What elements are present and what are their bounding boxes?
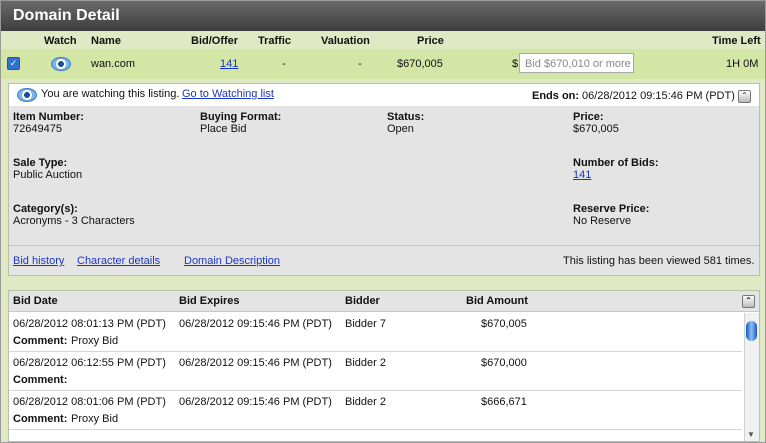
bid-table-scrollbar[interactable]: ▼	[744, 313, 759, 441]
col-traffic: Traffic	[258, 35, 292, 47]
col-price: Price	[417, 35, 444, 47]
comment-label: Comment:	[13, 413, 68, 425]
status-field: Status: Open	[387, 111, 424, 135]
collapse-detail-button[interactable]: ⌃	[738, 90, 751, 103]
bid-date: 06/28/2012 08:01:06 PM (PDT)	[13, 396, 166, 408]
item-number-value: 72649475	[13, 123, 62, 135]
scrollbar-thumb[interactable]	[746, 321, 757, 341]
valuation-value: -	[358, 58, 362, 70]
bid-amount: $670,005	[481, 318, 527, 330]
bid-date: 06/28/2012 06:12:55 PM (PDT)	[13, 357, 166, 369]
bid-expires: 06/28/2012 09:15:46 PM (PDT)	[179, 396, 332, 408]
header-bid-date: Bid Date	[13, 295, 58, 307]
bidder: Bidder 2	[345, 357, 386, 369]
bid-currency-prefix: $	[512, 58, 519, 70]
sale-type-value: Public Auction	[13, 169, 83, 181]
col-valuation: Valuation	[321, 35, 370, 47]
detail-price-value: $670,005	[573, 123, 619, 135]
comment-value: Proxy Bid	[71, 335, 119, 347]
buying-format-value: Place Bid	[200, 123, 247, 135]
bidder: Bidder 2	[345, 396, 386, 408]
reserve-price-label: Reserve Price:	[573, 203, 650, 215]
bid-history-link[interactable]: Bid history	[13, 255, 64, 267]
number-of-bids-link[interactable]: 141	[573, 169, 591, 181]
comment-label: Comment:	[13, 374, 68, 386]
watching-text: You are watching this listing.	[41, 88, 180, 100]
col-name: Name	[91, 35, 121, 47]
category-value: Acronyms - 3 Characters	[13, 215, 135, 227]
watching-eye-icon	[17, 88, 37, 102]
domain-name: wan.com	[91, 58, 136, 70]
bid-date: 06/28/2012 08:01:13 PM (PDT)	[13, 318, 166, 330]
detail-divider	[9, 245, 759, 246]
traffic-value: -	[282, 58, 286, 70]
character-details-link[interactable]: Character details	[77, 255, 160, 267]
col-time-left: Time Left	[712, 35, 761, 47]
price-label: Price:	[573, 111, 604, 123]
bid-expires: 06/28/2012 09:15:46 PM (PDT)	[179, 318, 332, 330]
listing-detail-panel: You are watching this listing. Go to Wat…	[8, 83, 760, 276]
ends-on-value: 06/28/2012 09:15:46 PM (PDT)	[582, 90, 735, 102]
views-count-text: This listing has been viewed 581 times.	[563, 255, 755, 267]
reserve-price-value: No Reserve	[573, 215, 632, 227]
status-value: Open	[387, 123, 414, 135]
bidder: Bidder 7	[345, 318, 386, 330]
number-of-bids-field: Number of Bids: 141	[573, 157, 659, 181]
domain-description-link[interactable]: Domain Description	[184, 255, 280, 267]
bid-table-header: Bid Date Bid Expires Bidder Bid Amount ⌃	[9, 291, 759, 312]
item-number-label: Item Number:	[13, 111, 84, 123]
bid-count-link[interactable]: 141	[220, 58, 238, 70]
ends-on-label: Ends on:	[532, 90, 580, 102]
header-bid-expires: Bid Expires	[179, 295, 240, 307]
select-checkbox[interactable]: ✓	[7, 57, 20, 70]
category-label: Category(s):	[13, 203, 78, 215]
bid-expires: 06/28/2012 09:15:46 PM (PDT)	[179, 357, 332, 369]
buying-format-field: Buying Format: Place Bid	[200, 111, 281, 135]
bid-history-table: Bid Date Bid Expires Bidder Bid Amount ⌃…	[8, 290, 760, 442]
watching-bar: You are watching this listing. Go to Wat…	[9, 84, 759, 106]
domain-detail-window: Domain Detail Watch Name Bid/Offer Traff…	[0, 0, 766, 443]
page-title: Domain Detail	[13, 7, 120, 24]
bid-amount: $666,671	[481, 396, 527, 408]
listing-row[interactable]: ✓ wan.com 141 - - $670,005 $ Bid $670,01…	[1, 49, 765, 79]
category-field: Category(s): Acronyms - 3 Characters	[13, 203, 135, 227]
time-left-value: 1H 0M	[726, 58, 759, 70]
buying-format-label: Buying Format:	[200, 111, 282, 123]
table-row: 06/28/2012 08:01:06 PM (PDT) 06/28/2012 …	[9, 391, 742, 430]
watch-eye-icon[interactable]	[51, 57, 71, 71]
table-row: 06/28/2012 08:01:13 PM (PDT) 06/28/2012 …	[9, 313, 742, 352]
go-to-watching-link[interactable]: Go to Watching list	[182, 88, 274, 100]
column-header-row: Watch Name Bid/Offer Traffic Valuation P…	[1, 31, 765, 49]
col-watch: Watch	[44, 35, 77, 47]
number-of-bids-label: Number of Bids:	[573, 157, 659, 169]
collapse-bids-button[interactable]: ⌃	[742, 295, 755, 308]
bid-amount-input[interactable]: Bid $670,010 or more	[519, 53, 634, 73]
bid-amount: $670,000	[481, 357, 527, 369]
sale-type-label: Sale Type:	[13, 157, 68, 169]
sale-type-field: Sale Type: Public Auction	[13, 157, 82, 181]
table-row: 06/28/2012 06:12:55 PM (PDT) 06/28/2012 …	[9, 352, 742, 391]
price-field: Price: $670,005	[573, 111, 619, 135]
comment-value: Proxy Bid	[71, 413, 119, 425]
title-bar: Domain Detail	[1, 1, 765, 31]
reserve-price-field: Reserve Price: No Reserve	[573, 203, 649, 227]
header-bidder: Bidder	[345, 295, 380, 307]
scroll-down-arrow-icon[interactable]: ▼	[747, 430, 755, 439]
price-value: $670,005	[397, 58, 443, 70]
status-label: Status:	[387, 111, 425, 123]
item-number-field: Item Number: 72649475	[13, 111, 84, 135]
comment-label: Comment:	[13, 335, 68, 347]
col-bid-offer: Bid/Offer	[191, 35, 239, 47]
header-bid-amount: Bid Amount	[466, 295, 528, 307]
